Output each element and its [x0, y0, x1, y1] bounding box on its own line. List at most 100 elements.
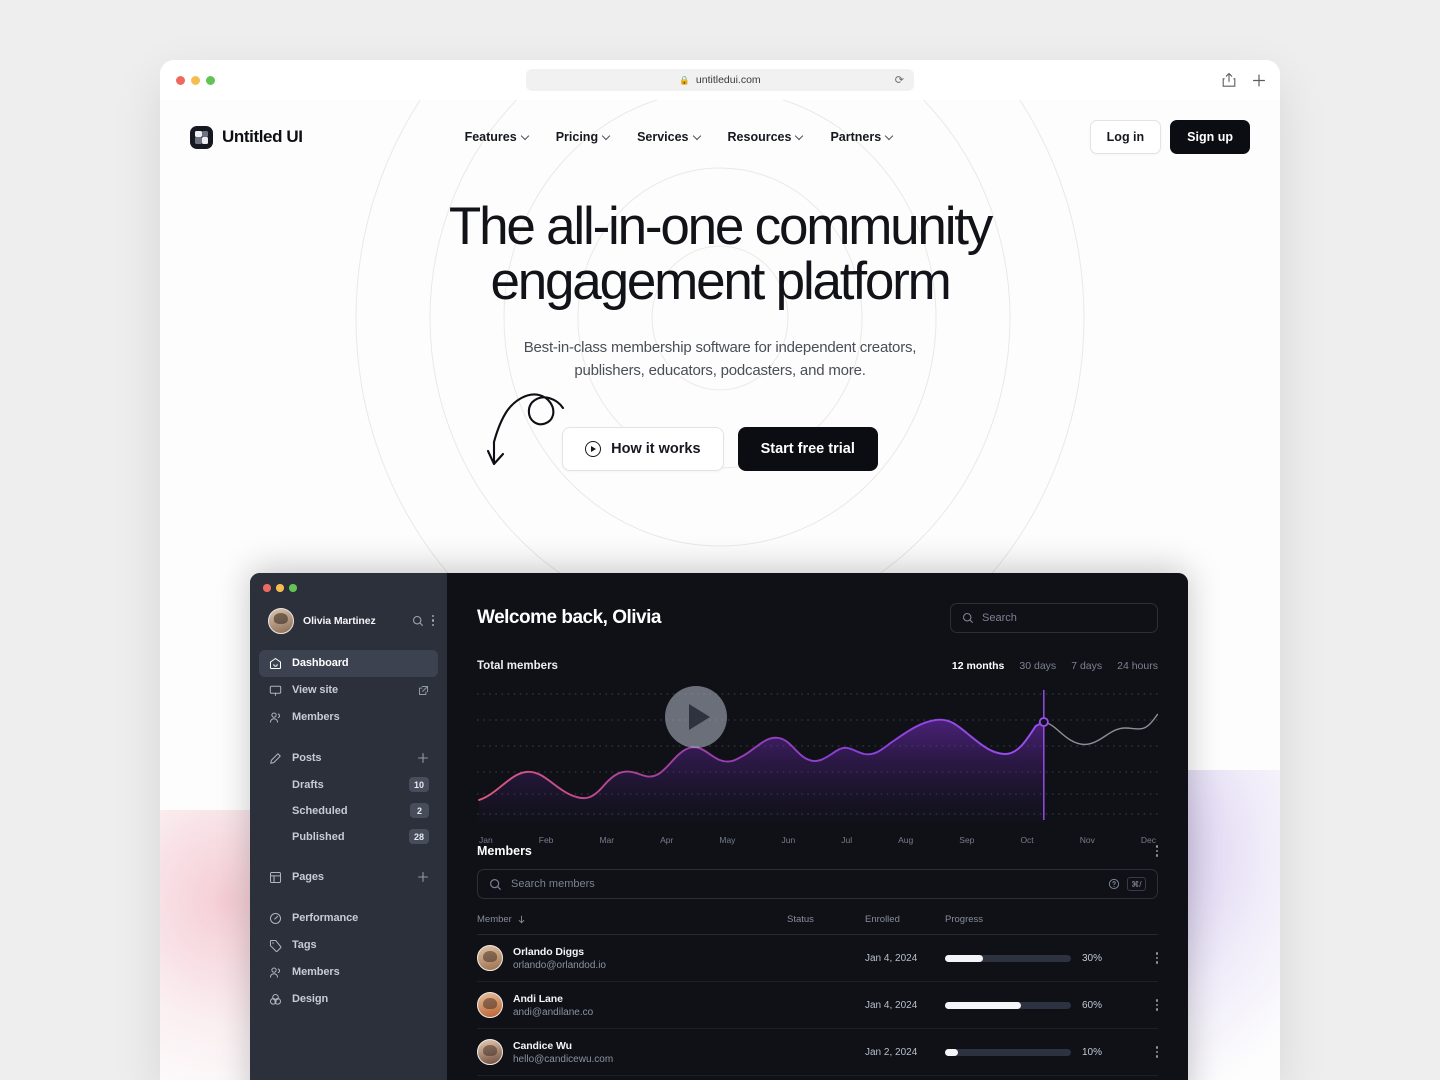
how-it-works-label: How it works: [611, 440, 701, 457]
nav-item-label: Pricing: [555, 130, 599, 144]
x-tick-aug: Aug: [898, 835, 914, 845]
help-circle-icon[interactable]: [1108, 878, 1120, 890]
external-link-icon[interactable]: [418, 685, 429, 696]
members-search-input[interactable]: Search members ⌘/: [477, 869, 1158, 899]
plus-icon[interactable]: [417, 871, 429, 883]
sidebar-divider-gap-2: [259, 850, 438, 864]
member-email: andi@andilane.co: [513, 1006, 594, 1018]
range-7-days[interactable]: 7 days: [1071, 660, 1102, 672]
nav-item-pricing[interactable]: Pricing: [556, 130, 611, 144]
nav-item-services[interactable]: Services: [637, 130, 701, 144]
nav-item-label: Features: [464, 130, 517, 144]
x-tick-jul: Jul: [841, 835, 853, 845]
range-24-hours[interactable]: 24 hours: [1117, 660, 1158, 672]
signup-button[interactable]: Sign up: [1170, 120, 1250, 154]
chart-line-forecast: [1043, 713, 1159, 746]
nav-actions: Log in Sign up: [1089, 120, 1250, 154]
start-free-trial-button[interactable]: Start free trial: [737, 426, 878, 471]
sidebar-subitem-label: Published: [292, 830, 345, 843]
members-search-placeholder: Search members: [511, 878, 595, 890]
nav-item-partners[interactable]: Partners: [830, 130, 894, 144]
search-icon[interactable]: [412, 615, 424, 627]
column-header-progress[interactable]: Progress: [945, 914, 1158, 925]
sidebar-subitem-published[interactable]: Published 28: [259, 824, 438, 850]
member-identity: Candice Wu hello@candicewu.com: [513, 1040, 613, 1065]
chart-area-fill: [479, 719, 1044, 822]
dashboard-search-input[interactable]: Search: [950, 603, 1158, 633]
kebab-menu-icon[interactable]: [431, 614, 434, 627]
close-window-button[interactable]: [176, 75, 185, 85]
sidebar-divider-gap-3: [259, 891, 438, 905]
window-traffic-lights: [176, 75, 215, 85]
chevron-down-icon: [603, 133, 611, 141]
row-kebab-menu-icon[interactable]: [1155, 1046, 1158, 1058]
x-tick-sep: Sep: [959, 835, 975, 845]
nav-item-label: Resources: [727, 130, 792, 144]
column-header-enrolled[interactable]: Enrolled: [865, 914, 945, 925]
monitor-icon: [268, 683, 282, 697]
new-tab-plus-icon[interactable]: [1252, 73, 1266, 87]
table-row[interactable]: Andi Lane andi@andilane.co Jan 4, 2024 6…: [477, 982, 1158, 1029]
sidebar-item-members-top[interactable]: Members: [259, 704, 438, 731]
progress-cell: 60%: [945, 1000, 1134, 1011]
plus-icon[interactable]: [417, 752, 429, 764]
chart-header: Total members 12 months 30 days 7 days 2…: [477, 660, 1158, 672]
sidebar-item-view-site[interactable]: View site: [259, 677, 438, 704]
column-header-status[interactable]: Status: [787, 914, 865, 925]
reload-icon[interactable]: ⟳: [895, 74, 904, 87]
sidebar-item-members-bottom[interactable]: Members: [259, 959, 438, 986]
maximize-window-button[interactable]: [206, 75, 215, 85]
search-icon: [490, 878, 501, 890]
nav-item-resources[interactable]: Resources: [728, 130, 805, 144]
column-header-member[interactable]: Member: [477, 914, 787, 925]
sidebar-item-design[interactable]: Design: [259, 986, 438, 1013]
dashboard-header: Welcome back, Olivia Search: [477, 603, 1158, 633]
sidebar-item-performance[interactable]: Performance: [259, 905, 438, 932]
minimize-window-button[interactable]: [191, 75, 200, 85]
sidebar-user[interactable]: Olivia Martinez: [250, 592, 447, 634]
nav-item-features[interactable]: Features: [465, 130, 530, 144]
row-kebab-menu-icon[interactable]: [1155, 999, 1158, 1011]
sidebar-item-tags[interactable]: Tags: [259, 932, 438, 959]
x-tick-jun: Jun: [781, 835, 796, 845]
dashboard-close-button[interactable]: [263, 584, 271, 592]
login-button[interactable]: Log in: [1089, 120, 1162, 154]
page-viewport: Untitled UI Features Pricing Services Re…: [160, 100, 1280, 1080]
sidebar-item-dashboard[interactable]: Dashboard: [259, 649, 438, 677]
hero-subtitle-line-2: publishers, educators, podcasters, and m…: [574, 362, 866, 380]
table-row[interactable]: Orlando Diggs orlando@orlandod.io Jan 4,…: [477, 935, 1158, 982]
progress-bar: [945, 1001, 1071, 1009]
sidebar-item-posts[interactable]: Posts: [259, 745, 438, 772]
sidebar-subitem-label: Drafts: [292, 778, 324, 791]
x-tick-feb: Feb: [538, 835, 554, 845]
drafts-count-badge: 10: [408, 777, 429, 792]
members-search-adornments: ⌘/: [1108, 877, 1146, 891]
share-icon[interactable]: [1222, 72, 1236, 88]
dashboard-maximize-button[interactable]: [289, 584, 297, 592]
table-row[interactable]: Candice Wu hello@candicewu.com Jan 2, 20…: [477, 1029, 1158, 1076]
member-cell: Candice Wu hello@candicewu.com: [477, 1039, 787, 1065]
sidebar-item-label: Dashboard: [292, 657, 349, 669]
address-bar[interactable]: 🔒 untitledui.com ⟳: [526, 69, 914, 91]
members-panel-kebab-menu-icon[interactable]: [1155, 845, 1158, 857]
brand-logo[interactable]: Untitled UI: [190, 125, 303, 149]
avatar-orlando: [477, 945, 503, 971]
video-play-button[interactable]: [665, 686, 727, 748]
gauge-icon: [268, 911, 282, 925]
range-12-months[interactable]: 12 months: [952, 660, 1005, 672]
how-it-works-button[interactable]: How it works: [562, 426, 724, 471]
untitled-ui-logo-icon: [190, 125, 213, 149]
enrolled-cell: Jan 4, 2024: [865, 952, 918, 964]
layout-icon: [268, 870, 282, 884]
member-cell: Andi Lane andi@andilane.co: [477, 992, 787, 1018]
sidebar-item-pages[interactable]: Pages: [259, 864, 438, 891]
member-email: orlando@orlandod.io: [513, 959, 606, 971]
chart-svg: [477, 690, 1159, 822]
range-30-days[interactable]: 30 days: [1019, 660, 1056, 672]
squiggle-arrow-decoration: [486, 393, 565, 466]
dashboard-minimize-button[interactable]: [276, 584, 284, 592]
sidebar-subitem-drafts[interactable]: Drafts 10: [259, 772, 438, 798]
row-kebab-menu-icon[interactable]: [1155, 952, 1158, 964]
browser-window: 🔒 untitledui.com ⟳ Untitled UI Features …: [160, 60, 1280, 1080]
sidebar-subitem-scheduled[interactable]: Scheduled 2: [259, 798, 438, 824]
